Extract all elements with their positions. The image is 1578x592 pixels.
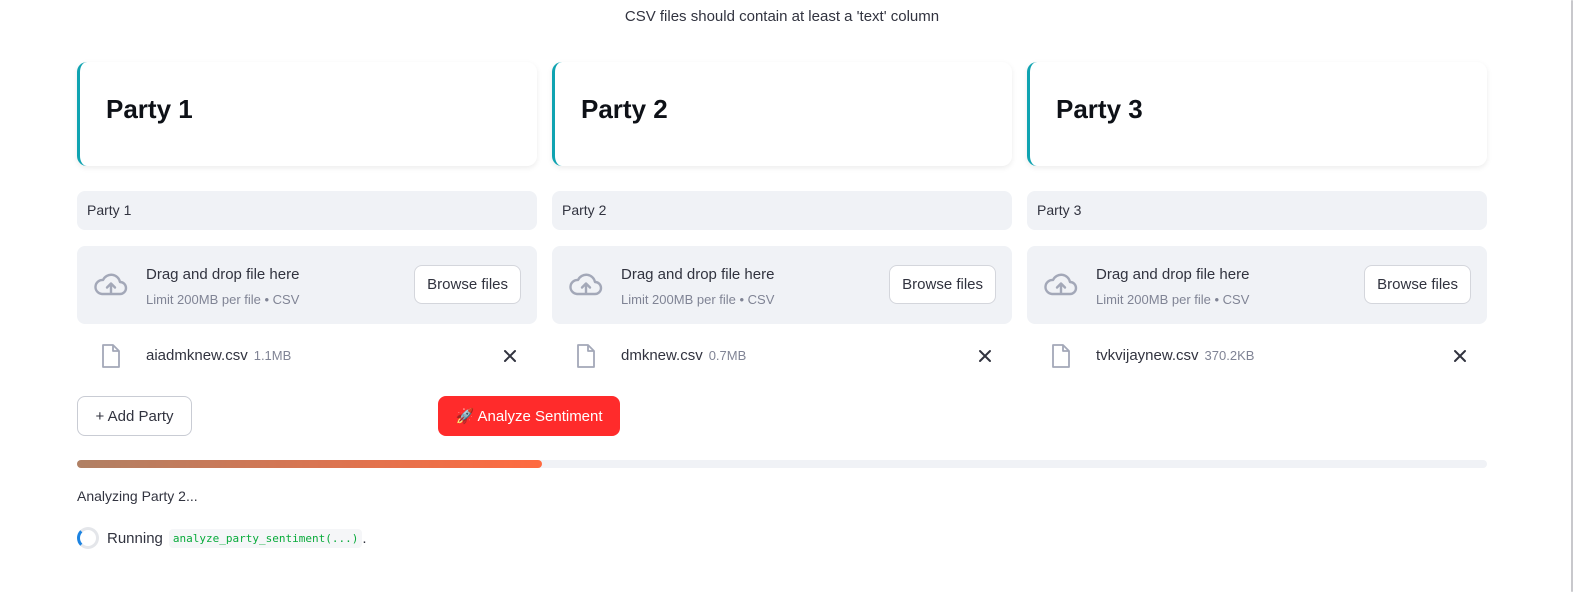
- file-name-line: aiadmknew.csv 1.1MB: [146, 347, 291, 364]
- progress-bar: [77, 460, 1487, 468]
- party-title: Party 2: [581, 94, 668, 124]
- file-name: dmknew.csv: [621, 347, 703, 364]
- file-dropzone[interactable]: Drag and drop file here Limit 200MB per …: [77, 246, 537, 324]
- dropzone-limit: Limit 200MB per file • CSV: [1096, 292, 1250, 307]
- status-text: Analyzing Party 2...: [77, 488, 198, 504]
- party-card: Party 1: [77, 62, 537, 166]
- add-party-button[interactable]: + Add Party: [77, 396, 192, 436]
- party-column-3: Party 3 Party 3 Drag and drop file here …: [1027, 62, 1487, 384]
- close-icon[interactable]: [976, 347, 994, 365]
- party-title: Party 3: [1056, 94, 1143, 124]
- file-name: aiadmknew.csv: [146, 347, 248, 364]
- running-suffix: .: [362, 529, 367, 547]
- dropzone-instructions: Drag and drop file here: [146, 266, 300, 283]
- file-dropzone[interactable]: Drag and drop file here Limit 200MB per …: [552, 246, 1012, 324]
- dropzone-instructions: Drag and drop file here: [621, 266, 775, 283]
- close-icon[interactable]: [1451, 347, 1469, 365]
- party-name-input[interactable]: Party 2: [552, 191, 1012, 230]
- party-column-2: Party 2 Party 2 Drag and drop file here …: [552, 62, 1012, 384]
- party-column-1: Party 1 Party 1 Drag and drop file here …: [77, 62, 537, 384]
- dropzone-limit: Limit 200MB per file • CSV: [146, 292, 300, 307]
- scrollbar-thumb[interactable]: [1571, 0, 1573, 592]
- file-icon: [1052, 344, 1070, 368]
- file-size: 1.1MB: [253, 348, 292, 363]
- file-icon: [577, 344, 595, 368]
- uploaded-file: dmknew.csv 0.7MB: [552, 324, 1012, 384]
- running-indicator: Running analyze_party_sentiment(...) .: [77, 527, 367, 549]
- file-icon: [102, 344, 120, 368]
- party-name-input[interactable]: Party 1: [77, 191, 537, 230]
- analyze-sentiment-button[interactable]: 🚀 Analyze Sentiment: [438, 396, 620, 436]
- file-size: 370.2KB: [1204, 348, 1255, 363]
- party-title: Party 1: [106, 94, 193, 124]
- browse-files-button[interactable]: Browse files: [1364, 265, 1471, 304]
- file-name-line: tvkvijaynew.csv 370.2KB: [1096, 347, 1254, 364]
- dropzone-limit: Limit 200MB per file • CSV: [621, 292, 775, 307]
- cloud-upload-icon: [94, 273, 128, 296]
- uploaded-file: tvkvijaynew.csv 370.2KB: [1027, 324, 1487, 384]
- file-size: 0.7MB: [708, 348, 747, 363]
- cloud-upload-icon: [569, 273, 603, 296]
- running-function-code: analyze_party_sentiment(...): [168, 528, 363, 548]
- csv-requirement-note: CSV files should contain at least a 'tex…: [624, 8, 940, 25]
- browse-files-button[interactable]: Browse files: [414, 265, 521, 304]
- uploaded-file: aiadmknew.csv 1.1MB: [77, 324, 537, 384]
- cloud-upload-icon: [1044, 273, 1078, 296]
- scrollbar[interactable]: [1568, 0, 1578, 592]
- progress-bar-fill: [77, 460, 543, 468]
- party-name-input[interactable]: Party 3: [1027, 191, 1487, 230]
- file-dropzone[interactable]: Drag and drop file here Limit 200MB per …: [1027, 246, 1487, 324]
- party-card: Party 3: [1027, 62, 1487, 166]
- party-card: Party 2: [552, 62, 1012, 166]
- browse-files-button[interactable]: Browse files: [889, 265, 996, 304]
- close-icon[interactable]: [501, 347, 519, 365]
- running-label: Running: [107, 529, 163, 547]
- file-name: tvkvijaynew.csv: [1096, 347, 1199, 364]
- dropzone-instructions: Drag and drop file here: [1096, 266, 1250, 283]
- file-name-line: dmknew.csv 0.7MB: [621, 347, 746, 364]
- spinner-icon: [77, 527, 99, 549]
